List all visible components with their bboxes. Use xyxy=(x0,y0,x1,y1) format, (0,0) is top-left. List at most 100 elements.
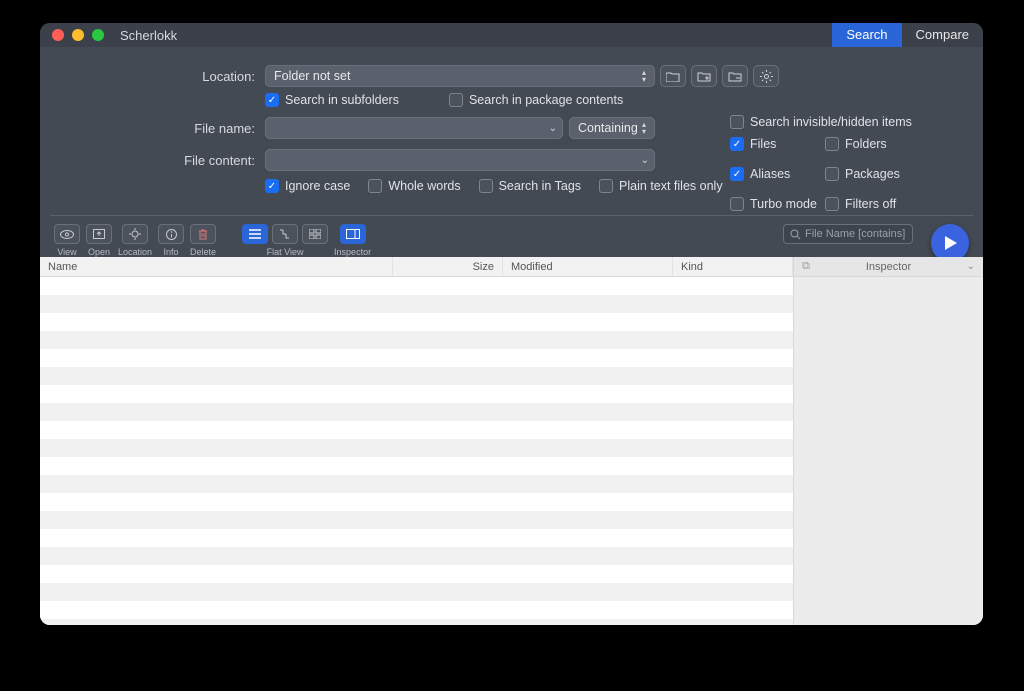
chk-invisible[interactable]: Search invisible/hidden items xyxy=(730,115,980,129)
chk-filters-off-label: Filters off xyxy=(845,197,896,211)
results-area: Name Size Modified Kind xyxy=(40,257,983,625)
chk-folders-label: Folders xyxy=(845,137,887,151)
tb-location[interactable] xyxy=(122,224,148,244)
chk-files[interactable]: ✓ Files xyxy=(730,137,825,151)
results-list: Name Size Modified Kind xyxy=(40,257,793,625)
chk-packages-label: Packages xyxy=(845,167,900,181)
stepper-icon: ▴▾ xyxy=(637,68,651,84)
view-mode-group xyxy=(242,224,328,244)
checkbox-icon xyxy=(599,179,613,193)
results-rows[interactable] xyxy=(40,277,793,625)
label-location: Location: xyxy=(90,69,265,84)
inspector-panel: ⧉ Inspector ⌄ xyxy=(793,257,983,625)
chk-plain-text-only-label: Plain text files only xyxy=(619,179,723,193)
column-headers: Name Size Modified Kind xyxy=(40,257,793,277)
table-row xyxy=(40,457,793,475)
tb-info[interactable] xyxy=(158,224,184,244)
titlebar: Scherlokk Search Compare xyxy=(40,23,983,47)
table-row xyxy=(40,583,793,601)
col-name[interactable]: Name xyxy=(40,257,393,276)
chk-search-tags[interactable]: Search in Tags xyxy=(479,179,581,193)
open-external-icon[interactable]: ⧉ xyxy=(802,260,810,273)
tb-flatview-label: Flat View xyxy=(267,247,304,257)
chk-package-contents[interactable]: Search in package contents xyxy=(449,93,623,107)
checkbox-icon xyxy=(730,115,744,129)
chk-turbo-label: Turbo mode xyxy=(750,197,817,211)
chk-ignore-case-label: Ignore case xyxy=(285,179,350,193)
tab-compare[interactable]: Compare xyxy=(902,23,983,47)
tb-view[interactable] xyxy=(54,224,80,244)
chk-package-contents-label: Search in package contents xyxy=(469,93,623,107)
label-filename: File name: xyxy=(90,121,265,136)
remove-location-button[interactable] xyxy=(722,65,748,87)
tb-flat-list[interactable] xyxy=(242,224,268,244)
chk-aliases-label: Aliases xyxy=(750,167,790,181)
table-row xyxy=(40,277,793,295)
table-row xyxy=(40,511,793,529)
chevron-down-icon[interactable]: ⌄ xyxy=(967,261,975,272)
app-title: Scherlokk xyxy=(120,28,177,43)
col-kind[interactable]: Kind xyxy=(673,257,793,276)
chk-whole-words[interactable]: Whole words xyxy=(368,179,460,193)
toolbar-search-placeholder: File Name [contains] xyxy=(805,228,905,240)
table-row xyxy=(40,403,793,421)
filename-match-mode[interactable]: Containing ▴▾ xyxy=(569,117,655,139)
chk-invisible-label: Search invisible/hidden items xyxy=(750,115,912,129)
filename-combo[interactable]: ⌄ xyxy=(265,117,563,139)
inspector-header: ⧉ Inspector ⌄ xyxy=(794,257,983,277)
settings-button[interactable] xyxy=(753,65,779,87)
table-row xyxy=(40,475,793,493)
tb-tree[interactable] xyxy=(272,224,298,244)
table-row xyxy=(40,295,793,313)
criteria-panel: Location: Folder not set ▴▾ xyxy=(40,47,983,209)
play-icon xyxy=(943,235,958,251)
checkbox-icon xyxy=(368,179,382,193)
chk-turbo[interactable]: Turbo mode xyxy=(730,197,825,211)
filename-match-label: Containing xyxy=(578,121,638,135)
table-row xyxy=(40,529,793,547)
tb-open[interactable] xyxy=(86,224,112,244)
toolbar-search-field[interactable]: File Name [contains] xyxy=(783,224,913,244)
criteria-inner: Location: Folder not set ▴▾ xyxy=(90,65,933,193)
chk-folders[interactable]: Folders xyxy=(825,137,935,151)
close-window-button[interactable] xyxy=(52,29,64,41)
chk-subfolders[interactable]: ✓ Search in subfolders xyxy=(265,93,399,107)
filecontent-combo[interactable]: ⌄ xyxy=(265,149,655,171)
checkbox-icon xyxy=(479,179,493,193)
checkbox-icon: ✓ xyxy=(265,93,279,107)
location-popup[interactable]: Folder not set ▴▾ xyxy=(265,65,655,87)
zoom-window-button[interactable] xyxy=(92,29,104,41)
tb-grid[interactable] xyxy=(302,224,328,244)
checkbox-icon: ✓ xyxy=(265,179,279,193)
inspector-title: Inspector xyxy=(866,261,911,273)
table-row xyxy=(40,421,793,439)
chk-ignore-case[interactable]: ✓ Ignore case xyxy=(265,179,350,193)
chk-packages[interactable]: Packages xyxy=(825,167,935,181)
caret-down-icon: ⌄ xyxy=(549,123,557,134)
choose-folder-button[interactable] xyxy=(660,65,686,87)
checkbox-icon xyxy=(825,137,839,151)
tab-search[interactable]: Search xyxy=(832,23,901,47)
row-location-opts: ✓ Search in subfolders Search in package… xyxy=(90,93,933,107)
checkbox-icon xyxy=(730,197,744,211)
chk-filters-off[interactable]: Filters off xyxy=(825,197,935,211)
col-size[interactable]: Size xyxy=(393,257,503,276)
add-location-button[interactable] xyxy=(691,65,717,87)
side-options: Search invisible/hidden items ✓ Files Fo… xyxy=(730,115,980,219)
chk-aliases[interactable]: ✓ Aliases xyxy=(730,167,825,181)
location-value: Folder not set xyxy=(274,69,350,83)
window-controls xyxy=(40,29,104,41)
minimize-window-button[interactable] xyxy=(72,29,84,41)
tb-inspector[interactable] xyxy=(340,224,366,244)
label-filecontent: File content: xyxy=(90,153,265,168)
chk-plain-text-only[interactable]: Plain text files only xyxy=(599,179,723,193)
table-row xyxy=(40,439,793,457)
tb-open-label: Open xyxy=(88,247,110,257)
table-row xyxy=(40,565,793,583)
checkbox-icon xyxy=(449,93,463,107)
app-window: Scherlokk Search Compare Location: Folde… xyxy=(40,23,983,625)
tb-delete[interactable] xyxy=(190,224,216,244)
table-row xyxy=(40,349,793,367)
caret-down-icon: ⌄ xyxy=(641,155,649,166)
col-modified[interactable]: Modified xyxy=(503,257,673,276)
